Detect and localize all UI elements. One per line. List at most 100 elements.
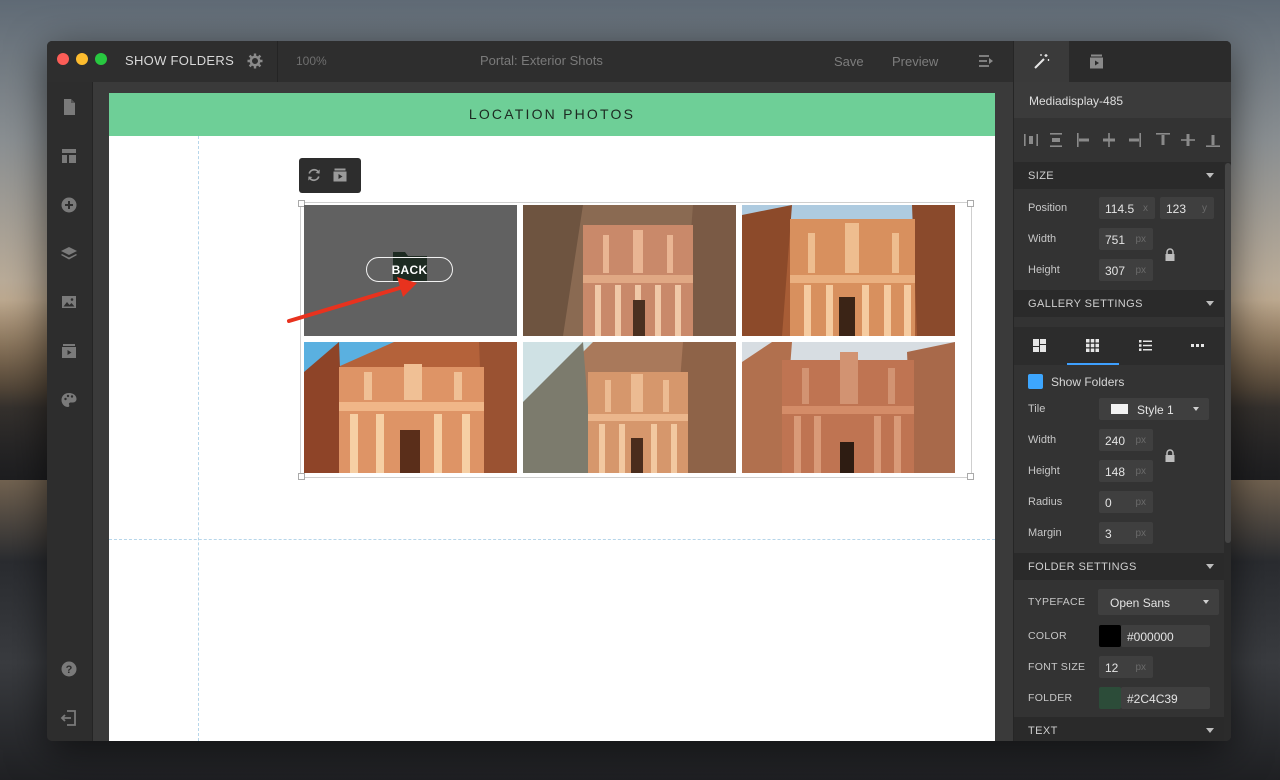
toolbar-divider — [277, 41, 278, 82]
exit-icon[interactable] — [60, 709, 78, 727]
canvas-area[interactable]: LOCATION PHOTOS BACK — [93, 82, 1013, 741]
distribute-vertical-icon[interactable] — [1048, 132, 1064, 148]
palette-icon[interactable] — [60, 391, 78, 409]
zoom-window-button[interactable] — [95, 53, 107, 65]
position-y-field[interactable]: 123 y — [1160, 197, 1214, 219]
folder-color-swatch[interactable] — [1099, 687, 1121, 709]
layers-icon[interactable] — [60, 245, 78, 263]
annotation-arrow — [285, 273, 425, 328]
align-top-icon[interactable] — [1155, 132, 1171, 148]
align-right-icon[interactable] — [1126, 132, 1142, 148]
typeface-dropdown[interactable]: Open Sans — [1098, 589, 1219, 615]
tile-style-dropdown[interactable]: Style 1 — [1099, 398, 1209, 420]
tile-height-field[interactable]: 148 px — [1099, 460, 1153, 482]
tab-layout-more[interactable] — [1172, 327, 1224, 365]
add-icon[interactable] — [60, 196, 78, 214]
resize-handle[interactable] — [967, 200, 974, 207]
radius-value: 0 — [1105, 496, 1112, 510]
gallery-layout-tabs — [1014, 327, 1224, 365]
tab-magic-wand[interactable] — [1014, 41, 1069, 82]
tab-media[interactable] — [1069, 41, 1124, 82]
folder-settings-label: FOLDER SETTINGS — [1028, 561, 1137, 573]
inspector-panel: Mediadisplay-485 SIZE Position 114.5 x 1… — [1013, 41, 1231, 741]
text-section-header[interactable]: TEXT — [1014, 717, 1224, 741]
tile-width-field[interactable]: 240 px — [1099, 429, 1153, 451]
width-label: Width — [1028, 233, 1057, 245]
minimize-window-button[interactable] — [76, 53, 88, 65]
banner-title[interactable]: LOCATION PHOTOS — [109, 106, 995, 122]
element-id-bar: Mediadisplay-485 — [1014, 82, 1231, 118]
page-canvas[interactable]: LOCATION PHOTOS BACK — [109, 93, 995, 741]
show-folders-checkbox[interactable] — [1028, 374, 1043, 389]
magic-wand-icon — [1034, 54, 1050, 69]
media-library-icon[interactable] — [332, 167, 348, 183]
distribute-horizontal-icon[interactable] — [1023, 132, 1039, 148]
chevron-down-icon — [1193, 407, 1199, 411]
radius-field[interactable]: 0 px — [1099, 491, 1153, 513]
gallery-photo[interactable] — [523, 342, 736, 473]
guide-line-horizontal — [109, 539, 995, 540]
publish-menu-icon[interactable] — [977, 52, 995, 70]
font-size-field[interactable]: 12 px — [1099, 656, 1153, 678]
banner[interactable]: LOCATION PHOTOS — [109, 93, 995, 136]
radius-unit: px — [1135, 497, 1146, 508]
gallery-photo[interactable] — [304, 342, 517, 473]
margin-label: Margin — [1028, 527, 1062, 539]
layout-icon[interactable] — [60, 147, 78, 165]
app-window: SHOW FOLDERS 100% Portal: Exterior Shots… — [47, 41, 1231, 741]
chevron-down-icon — [1206, 173, 1214, 178]
align-middle-icon[interactable] — [1180, 132, 1196, 148]
gallery-photo[interactable] — [742, 205, 955, 336]
typeface-value: Open Sans — [1110, 596, 1171, 610]
position-y-unit: y — [1202, 203, 1207, 214]
panel-scrollbar-thumb[interactable] — [1225, 163, 1231, 543]
gallery-settings-header[interactable]: GALLERY SETTINGS — [1014, 290, 1224, 317]
size-section-header[interactable]: SIZE — [1014, 162, 1224, 189]
height-field[interactable]: 307 px — [1099, 259, 1153, 281]
zoom-level[interactable]: 100% — [296, 54, 327, 68]
align-bottom-icon[interactable] — [1205, 132, 1221, 148]
height-label: Height — [1028, 264, 1060, 276]
gear-icon[interactable] — [246, 52, 264, 70]
masonry-icon — [1033, 339, 1046, 352]
tile-height-unit: px — [1135, 466, 1146, 477]
position-x-field[interactable]: 114.5 x — [1099, 197, 1155, 219]
align-left-icon[interactable] — [1076, 132, 1092, 148]
width-field[interactable]: 751 px — [1099, 228, 1153, 250]
height-unit: px — [1135, 265, 1146, 276]
align-center-horizontal-icon[interactable] — [1101, 132, 1117, 148]
page-icon[interactable] — [60, 98, 78, 116]
resize-handle[interactable] — [298, 473, 305, 480]
gallery-photo[interactable] — [742, 342, 955, 473]
tab-layout-list[interactable] — [1120, 327, 1172, 365]
gallery-photo[interactable] — [523, 205, 736, 336]
color-swatch[interactable] — [1099, 625, 1121, 647]
save-button[interactable]: Save — [834, 54, 864, 69]
image-icon[interactable] — [60, 293, 78, 311]
margin-field[interactable]: 3 px — [1099, 522, 1153, 544]
tile-width-unit: px — [1135, 435, 1146, 446]
title-bar: SHOW FOLDERS 100% Portal: Exterior Shots… — [47, 41, 1013, 83]
tile-style-value: Style 1 — [1137, 403, 1174, 417]
typeface-label: TYPEFACE — [1028, 596, 1086, 608]
position-x-value: 114.5 — [1105, 202, 1135, 216]
preview-button[interactable]: Preview — [892, 54, 938, 69]
gallery-settings-label: GALLERY SETTINGS — [1028, 298, 1143, 310]
position-x-unit: x — [1143, 203, 1148, 214]
color-field[interactable]: #000000 — [1121, 625, 1210, 647]
tab-layout-masonry[interactable] — [1014, 327, 1066, 365]
lock-icon[interactable] — [1164, 248, 1176, 262]
refresh-icon[interactable] — [306, 167, 322, 183]
close-window-button[interactable] — [57, 53, 69, 65]
size-header-label: SIZE — [1028, 170, 1055, 182]
width-unit: px — [1135, 234, 1146, 245]
color-label: COLOR — [1028, 630, 1067, 642]
lock-icon[interactable] — [1164, 449, 1176, 463]
folder-color-field[interactable]: #2C4C39 — [1121, 687, 1210, 709]
position-label: Position — [1028, 202, 1068, 214]
help-icon[interactable]: ? — [60, 660, 78, 678]
resize-handle[interactable] — [967, 473, 974, 480]
media-icon[interactable] — [60, 342, 78, 360]
folder-settings-header[interactable]: FOLDER SETTINGS — [1014, 553, 1224, 580]
tab-layout-grid[interactable] — [1067, 327, 1119, 365]
